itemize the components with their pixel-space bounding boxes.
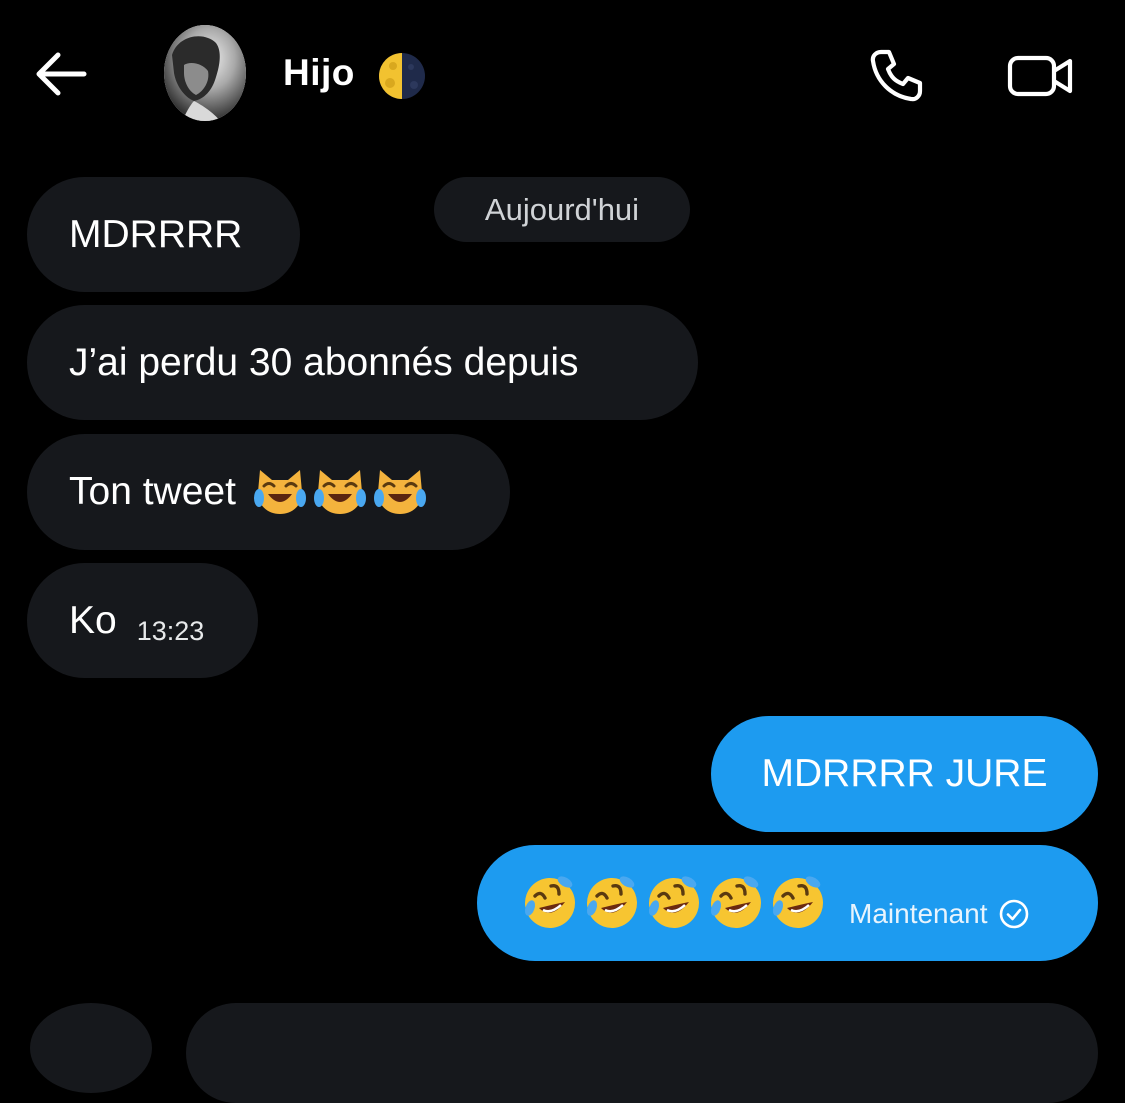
message-status: Maintenant <box>849 898 1030 930</box>
call-button[interactable] <box>864 44 928 106</box>
emoji-row <box>252 466 428 518</box>
phone-icon <box>870 49 923 102</box>
rolling-laughing-icon <box>648 876 699 928</box>
message-bubble-sent[interactable]: MDRRRR JURE <box>711 716 1098 832</box>
video-camera-icon <box>1007 55 1073 97</box>
rolling-laughing-icon <box>586 876 637 928</box>
contact-name[interactable]: Hijo <box>283 52 355 94</box>
arrow-left-icon <box>36 52 87 96</box>
rolling-laughing-icon <box>524 876 575 928</box>
emoji-row <box>521 874 827 932</box>
message-text: Ton tweet <box>69 470 236 513</box>
message-bubble-received[interactable]: J’ai perdu 30 abonnés depuis <box>27 305 698 420</box>
message-timestamp: Maintenant <box>849 898 988 929</box>
video-call-button[interactable] <box>1004 48 1078 104</box>
cat-tears-of-joy-icon <box>313 470 366 514</box>
message-bubble-received[interactable]: Ko 13:23 <box>27 563 258 678</box>
message-input[interactable] <box>186 1003 1098 1103</box>
message-bubble-received[interactable]: MDRRRR <box>27 177 300 292</box>
cat-tears-of-joy-icon <box>253 470 306 514</box>
message-bubble-received[interactable]: Ton tweet <box>27 434 510 550</box>
date-separator: Aujourd'hui <box>434 177 690 242</box>
composer-action-button[interactable] <box>30 1003 152 1093</box>
message-timestamp: 13:23 <box>136 616 205 646</box>
back-button[interactable] <box>28 46 92 102</box>
avatar[interactable] <box>164 25 246 121</box>
message-text: Ko <box>69 598 117 642</box>
message-text: J’ai perdu 30 abonnés depuis <box>69 340 579 384</box>
cat-tears-of-joy-icon <box>373 470 426 514</box>
check-circle-icon <box>999 899 1028 929</box>
rolling-laughing-icon <box>772 876 823 928</box>
conversation-header: Hijo <box>0 0 1125 150</box>
message-bubble-sent[interactable]: Maintenant <box>477 845 1098 961</box>
message-text: MDRRRR <box>69 212 243 256</box>
message-text: MDRRRR JURE <box>761 752 1048 795</box>
moon-icon <box>379 53 425 99</box>
rolling-laughing-icon <box>710 876 761 928</box>
